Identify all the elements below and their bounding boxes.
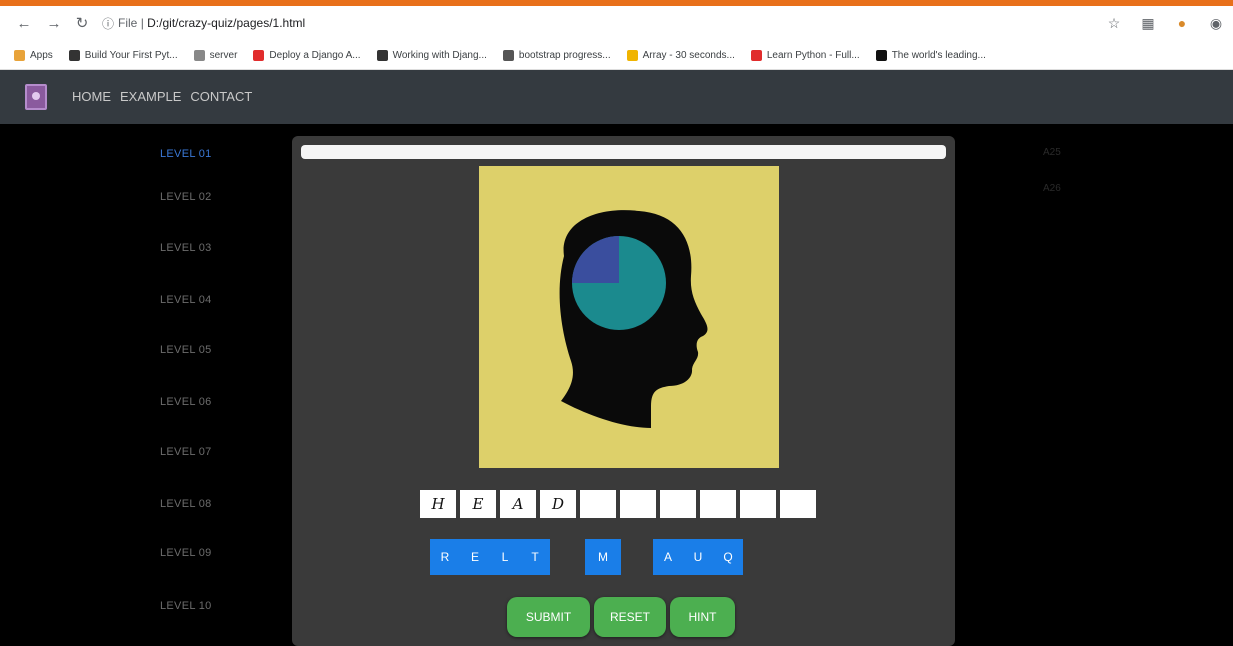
bookmark-label: server (209, 50, 238, 61)
answer-slot[interactable] (660, 490, 696, 518)
reload-icon[interactable]: ↻ (72, 14, 92, 34)
level-item-4[interactable]: LEVEL 04 (160, 294, 212, 306)
level-item-10[interactable]: LEVEL 10 (160, 600, 212, 612)
bookmark-label: Working with Djang... (392, 50, 487, 61)
bookmark-item[interactable]: bootstrap progress... (502, 50, 611, 61)
answer-slot[interactable] (620, 490, 656, 518)
letter-button[interactable]: M (585, 539, 621, 575)
submit-button[interactable]: SUBMIT (507, 597, 590, 637)
bookmark-icon (626, 50, 638, 61)
bookmarks-bar: Apps Build Your First Pyt... server Deploy … (0, 42, 1233, 70)
nav-contact[interactable]: CONTACT (190, 89, 252, 104)
letter-group-1: RELT (430, 539, 550, 575)
letter-button[interactable]: R (430, 539, 460, 575)
site-logo[interactable] (25, 84, 47, 110)
info-icon[interactable]: ⓘ (98, 14, 118, 34)
back-icon[interactable]: ← (14, 14, 34, 34)
bookmark-label: Learn Python - Full... (766, 50, 860, 61)
bookmark-icon (193, 50, 205, 61)
bookmark-item[interactable]: Working with Djang... (376, 50, 487, 61)
bookmark-label: bootstrap progress... (518, 50, 611, 61)
right-item-1: A25 (1043, 147, 1061, 158)
hint-button[interactable]: HINT (670, 597, 735, 637)
progress-bar (301, 145, 946, 159)
head-silhouette-icon (559, 210, 708, 428)
bookmark-icon (750, 50, 762, 61)
url-path: D:/git/crazy-quiz/pages/1.html (147, 16, 306, 30)
profile-icon[interactable]: ◉ (1207, 14, 1225, 32)
letter-button[interactable]: L (490, 539, 520, 575)
forward-icon[interactable]: → (44, 14, 64, 34)
letter-group-3: AUQ (653, 539, 743, 575)
answer-slot[interactable]: H (420, 490, 456, 518)
letter-button[interactable]: A (653, 539, 683, 575)
bookmark-label: Build Your First Pyt... (84, 50, 178, 61)
bookmark-item[interactable]: Array - 30 seconds... (626, 50, 735, 61)
level-item-6[interactable]: LEVEL 06 (160, 396, 212, 408)
level-item-7[interactable]: LEVEL 07 (160, 446, 212, 458)
bookmark-icon (253, 50, 265, 61)
toolbar-icons: ☆ ▦ ● ◉ (1105, 14, 1225, 32)
letter-button[interactable]: U (683, 539, 713, 575)
bookmark-icon (502, 50, 514, 61)
level-item-2[interactable]: LEVEL 02 (160, 191, 212, 203)
letter-button[interactable]: Q (713, 539, 743, 575)
bookmark-item[interactable]: Deploy a Django A... (253, 50, 361, 61)
address-bar[interactable]: File | D:/git/crazy-quiz/pages/1.html (118, 16, 305, 30)
answer-slot[interactable] (700, 490, 736, 518)
nav-home[interactable]: HOME (72, 89, 111, 104)
puzzle-image (479, 166, 779, 468)
browser-chrome: ← → ↻ ⓘ File | D:/git/crazy-quiz/pages/1… (0, 6, 1233, 70)
address-row: ← → ↻ ⓘ File | D:/git/crazy-quiz/pages/1… (0, 6, 1233, 42)
bookmark-item[interactable]: Apps (14, 50, 53, 61)
extension-icon[interactable]: ▦ (1139, 14, 1157, 32)
bookmark-icon (875, 50, 887, 61)
level-item-5[interactable]: LEVEL 05 (160, 344, 212, 356)
answer-slot[interactable] (740, 490, 776, 518)
answer-slot[interactable] (780, 490, 816, 518)
url-scheme: File (118, 16, 138, 30)
answer-slot[interactable]: D (540, 490, 576, 518)
bookmark-item[interactable]: Build Your First Pyt... (68, 50, 178, 61)
nav-example[interactable]: EXAMPLE (120, 89, 181, 104)
progress-fill (301, 145, 946, 159)
level-item-9[interactable]: LEVEL 09 (160, 547, 212, 559)
bookmark-label: Array - 30 seconds... (642, 50, 735, 61)
quiz-modal: HEAD RELT M AUQ SUBMIT RESET HINT (292, 136, 955, 646)
letter-group-2: M (585, 539, 621, 575)
extension-icon-2[interactable]: ● (1173, 14, 1191, 32)
bookmark-label: Apps (30, 50, 53, 61)
right-item-2: A26 (1043, 183, 1061, 194)
level-item-8[interactable]: LEVEL 08 (160, 498, 212, 510)
site-navbar: HOME EXAMPLE CONTACT (0, 70, 1233, 124)
level-item-1[interactable]: LEVEL 01 (160, 148, 212, 160)
bookmark-item[interactable]: The world's leading... (875, 50, 986, 61)
answer-slot[interactable]: A (500, 490, 536, 518)
star-icon[interactable]: ☆ (1105, 14, 1123, 32)
bookmark-item[interactable]: Learn Python - Full... (750, 50, 860, 61)
letter-button[interactable]: T (520, 539, 550, 575)
bookmark-icon (68, 50, 80, 61)
bookmark-icon (376, 50, 388, 61)
bookmark-label: The world's leading... (891, 50, 986, 61)
answer-slot[interactable]: E (460, 490, 496, 518)
bookmark-item[interactable]: server (193, 50, 238, 61)
answer-slots: HEAD (420, 490, 816, 518)
reset-button[interactable]: RESET (594, 597, 666, 637)
bookmark-icon (14, 50, 25, 61)
letter-button[interactable]: E (460, 539, 490, 575)
action-buttons: SUBMIT RESET HINT (507, 597, 735, 637)
nav-links: HOME EXAMPLE CONTACT (72, 89, 252, 104)
answer-slot[interactable] (580, 490, 616, 518)
bookmark-label: Deploy a Django A... (269, 50, 361, 61)
level-item-3[interactable]: LEVEL 03 (160, 242, 212, 254)
